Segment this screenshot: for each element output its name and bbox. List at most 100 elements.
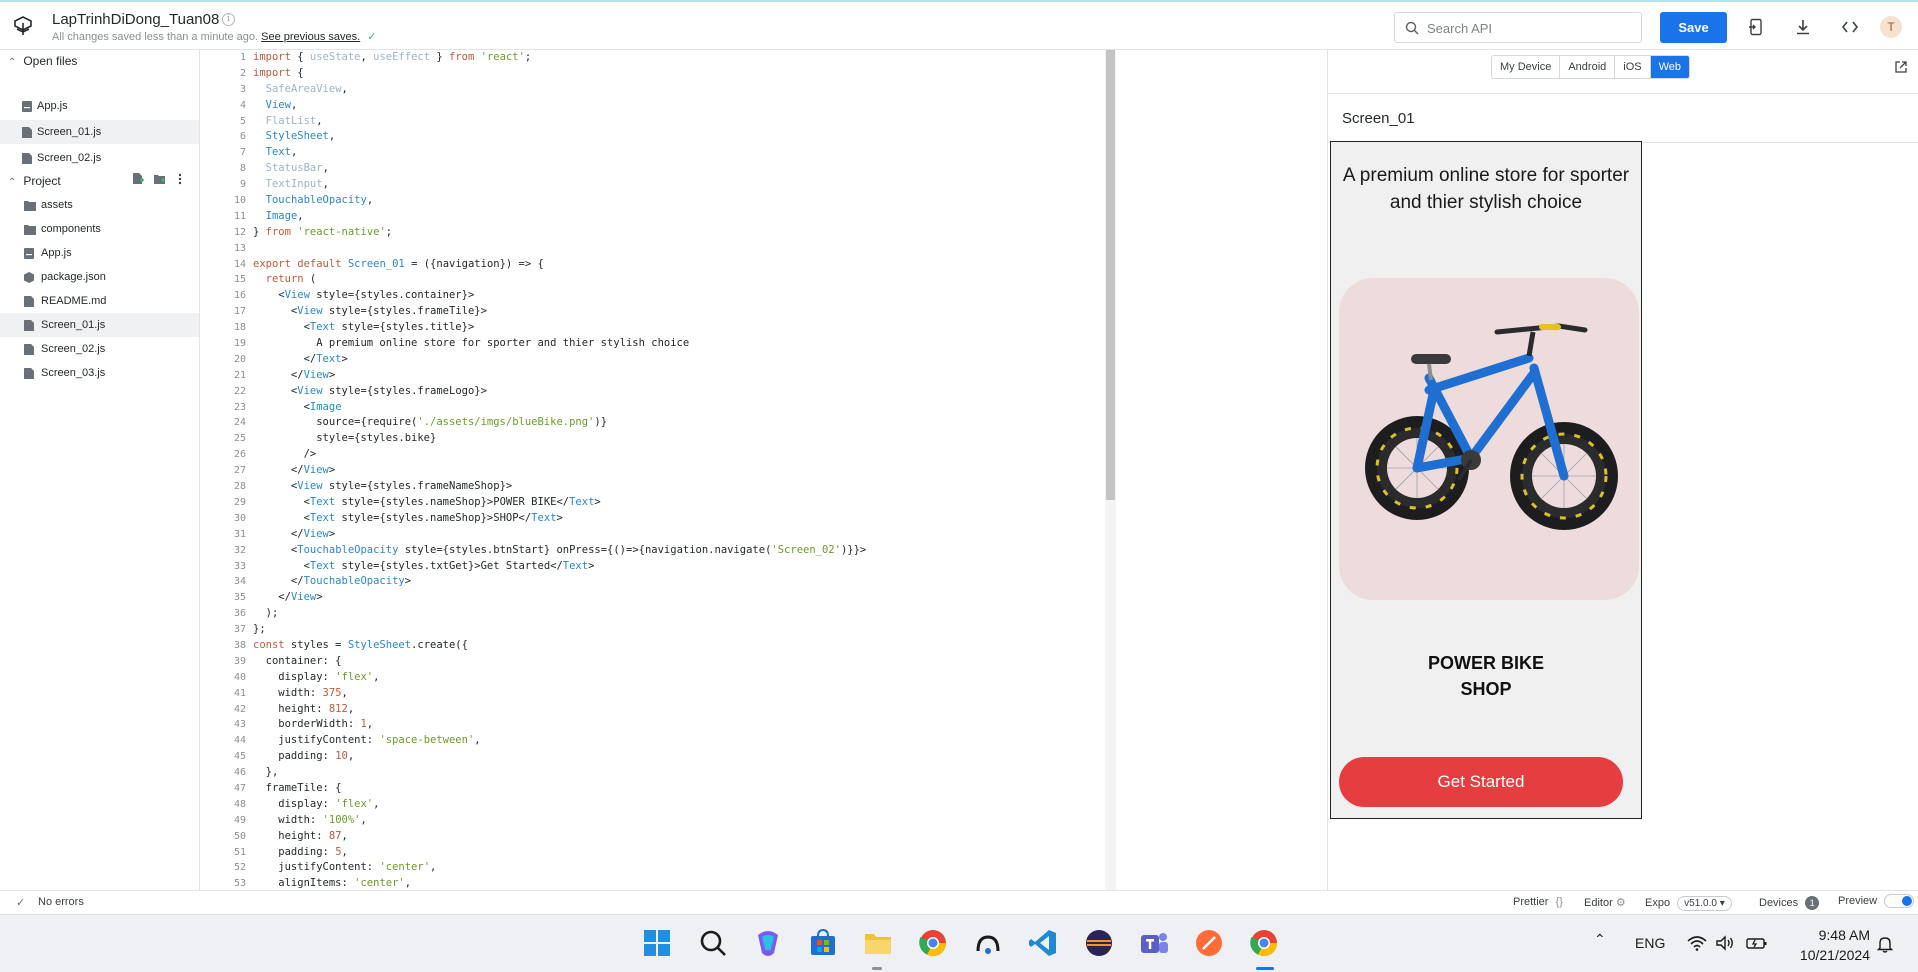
- code-line[interactable]: Text,: [253, 145, 866, 161]
- project-title[interactable]: LapTrinhDiDong_Tuan08: [52, 11, 219, 28]
- code-line[interactable]: container: {: [253, 654, 866, 670]
- code-line[interactable]: FlatList,: [253, 114, 866, 130]
- preview-toggle[interactable]: Preview: [1838, 894, 1915, 908]
- code-line[interactable]: height: 812,: [253, 702, 866, 718]
- expo-version-select[interactable]: v51.0.0 ▾: [1677, 896, 1732, 911]
- user-avatar[interactable]: T: [1880, 16, 1902, 38]
- code-line[interactable]: </View>: [253, 463, 866, 479]
- microsoft-store-icon[interactable]: [807, 927, 839, 959]
- project-item-screen-01[interactable]: Screen_01.js: [0, 313, 199, 337]
- open-file-screen-01[interactable]: Screen_01.js: [0, 120, 199, 144]
- teams-icon[interactable]: [1138, 927, 1170, 959]
- code-line[interactable]: <Text style={styles.title}>: [253, 320, 866, 336]
- code-line[interactable]: <Image: [253, 400, 866, 416]
- devices-status[interactable]: Devices 1: [1759, 896, 1820, 910]
- external-link-icon[interactable]: [1894, 60, 1908, 74]
- battery-icon[interactable]: [1746, 935, 1768, 951]
- embed-code-icon[interactable]: [1841, 18, 1859, 36]
- new-folder-icon[interactable]: [154, 173, 166, 185]
- code-line[interactable]: [253, 241, 866, 257]
- code-line[interactable]: export default Screen_01 = ({navigation}…: [253, 257, 866, 273]
- code-line[interactable]: </View>: [253, 527, 866, 543]
- tab-android[interactable]: Android: [1560, 56, 1616, 78]
- save-button[interactable]: Save: [1660, 12, 1727, 43]
- more-options-icon[interactable]: [178, 173, 182, 185]
- code-line[interactable]: <Text style={styles.txtGet}>Get Started<…: [253, 559, 866, 575]
- code-line[interactable]: <View style={styles.frameLogo}>: [253, 384, 866, 400]
- code-line[interactable]: import { useState, useEffect } from 'rea…: [253, 50, 866, 66]
- vscode-icon[interactable]: [1027, 927, 1059, 959]
- code-line[interactable]: width: '100%',: [253, 813, 866, 829]
- project-item-screen-03[interactable]: Screen_03.js: [0, 361, 199, 385]
- code-line[interactable]: <View style={styles.frameTile}>: [253, 304, 866, 320]
- snack-logo-icon[interactable]: [12, 15, 34, 37]
- tab-my-device[interactable]: My Device: [1492, 56, 1561, 78]
- tab-ios[interactable]: iOS: [1615, 56, 1651, 78]
- volume-icon[interactable]: [1715, 935, 1735, 951]
- download-icon[interactable]: [1794, 18, 1812, 36]
- code-line[interactable]: style={styles.bike}: [253, 431, 866, 447]
- open-file-app-js[interactable]: App.js: [0, 94, 199, 118]
- postman-icon[interactable]: [1193, 927, 1225, 959]
- code-line[interactable]: width: 375,: [253, 686, 866, 702]
- code-line[interactable]: justifyContent: 'center',: [253, 860, 866, 876]
- open-files-header[interactable]: ⌃ Open files: [8, 54, 77, 68]
- new-file-icon[interactable]: [132, 173, 144, 185]
- network-app-icon[interactable]: [972, 927, 1004, 959]
- code-line[interactable]: justifyContent: 'space-between',: [253, 733, 866, 749]
- project-item-readme[interactable]: README.md: [0, 289, 199, 313]
- preview-switch[interactable]: [1884, 894, 1915, 908]
- code-line[interactable]: frameTile: {: [253, 781, 866, 797]
- code-line[interactable]: TextInput,: [253, 177, 866, 193]
- project-item-components[interactable]: components: [0, 217, 199, 241]
- code-line[interactable]: <View style={styles.frameNameShop}>: [253, 479, 866, 495]
- code-line[interactable]: return (: [253, 272, 866, 288]
- code-line[interactable]: <View style={styles.container}>: [253, 288, 866, 304]
- project-header[interactable]: ⌃ Project: [8, 174, 61, 188]
- search-api-input[interactable]: [1427, 18, 1632, 38]
- project-item-assets[interactable]: assets: [0, 193, 199, 217]
- project-item-app-js[interactable]: App.js: [0, 241, 199, 265]
- notification-bell-icon[interactable]: [1877, 935, 1893, 953]
- code-line[interactable]: padding: 10,: [253, 749, 866, 765]
- code-line[interactable]: padding: 5,: [253, 845, 866, 861]
- code-line[interactable]: </View>: [253, 590, 866, 606]
- code-line[interactable]: },: [253, 765, 866, 781]
- open-file-screen-02[interactable]: Screen_02.js: [0, 146, 199, 170]
- code-line[interactable]: TouchableOpacity,: [253, 193, 866, 209]
- wifi-icon[interactable]: [1687, 935, 1707, 951]
- code-line[interactable]: View,: [253, 98, 866, 114]
- code-line[interactable]: } from 'react-native';: [253, 225, 866, 241]
- editor-scrollbar[interactable]: [1106, 50, 1115, 500]
- code-line[interactable]: source={require('./assets/imgs/blueBike.…: [253, 415, 866, 431]
- code-line[interactable]: <Text style={styles.nameShop}>SHOP</Text…: [253, 511, 866, 527]
- get-started-button[interactable]: Get Started: [1339, 757, 1623, 807]
- copilot-icon[interactable]: [752, 927, 784, 959]
- code-line[interactable]: </Text>: [253, 352, 866, 368]
- code-line[interactable]: </TouchableOpacity>: [253, 574, 866, 590]
- code-line[interactable]: borderWidth: 1,: [253, 717, 866, 733]
- previous-saves-link[interactable]: See previous saves.: [261, 31, 360, 43]
- code-line[interactable]: display: 'flex',: [253, 670, 866, 686]
- code-editor[interactable]: 1 2 3 4 5 6 7 8 9 10 11 12 13 14 15 16 17 18 19 20 21 22 23 24 2…: [200, 50, 1307, 890]
- eclipse-icon[interactable]: [1083, 927, 1115, 959]
- tab-web[interactable]: Web: [1650, 56, 1690, 78]
- code-line[interactable]: StyleSheet,: [253, 129, 866, 145]
- code-line[interactable]: A premium online store for sporter and t…: [253, 336, 866, 352]
- code-line[interactable]: <Text style={styles.nameShop}>POWER BIKE…: [253, 495, 866, 511]
- code-line[interactable]: height: 87,: [253, 829, 866, 845]
- project-item-package-json[interactable]: package.json: [0, 265, 199, 289]
- code-line[interactable]: </View>: [253, 368, 866, 384]
- search-api-box[interactable]: [1394, 12, 1642, 43]
- prettier-toggle[interactable]: Prettier {}: [1513, 896, 1563, 908]
- code-line[interactable]: SafeAreaView,: [253, 82, 866, 98]
- chrome-active-icon[interactable]: [1248, 927, 1280, 959]
- language-indicator[interactable]: ENG: [1635, 935, 1665, 951]
- file-explorer-icon[interactable]: [862, 927, 894, 959]
- code-line[interactable]: import {: [253, 66, 866, 82]
- code-line[interactable]: <TouchableOpacity style={styles.btnStart…: [253, 543, 866, 559]
- code-line[interactable]: Image,: [253, 209, 866, 225]
- code-line[interactable]: />: [253, 447, 866, 463]
- chrome-icon[interactable]: [917, 927, 949, 959]
- search-icon[interactable]: [697, 927, 729, 959]
